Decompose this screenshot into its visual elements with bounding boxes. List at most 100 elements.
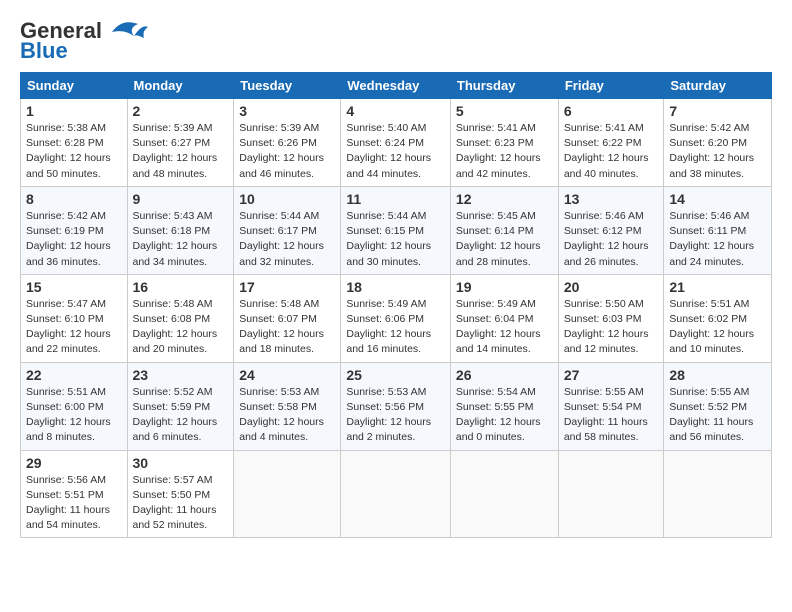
page: General Blue SundayMondayTuesdayWednesda… bbox=[0, 0, 792, 548]
col-header-saturday: Saturday bbox=[664, 73, 772, 99]
table-row: 20 Sunrise: 5:50 AMSunset: 6:03 PMDayligh… bbox=[558, 274, 664, 362]
table-row: 1 Sunrise: 5:38 AMSunset: 6:28 PMDaylight… bbox=[21, 99, 128, 187]
day-number: 5 bbox=[456, 103, 553, 119]
table-row: 6 Sunrise: 5:41 AMSunset: 6:22 PMDaylight… bbox=[558, 99, 664, 187]
day-info: Sunrise: 5:41 AMSunset: 6:22 PMDaylight:… bbox=[564, 121, 659, 182]
table-row: 2Sunrise: 5:39 AMSunset: 6:27 PMDaylight… bbox=[127, 99, 234, 187]
day-info: Sunrise: 5:44 AMSunset: 6:15 PMDaylight:… bbox=[346, 209, 445, 270]
day-number: 11 bbox=[346, 191, 445, 207]
col-header-thursday: Thursday bbox=[450, 73, 558, 99]
table-row: 8Sunrise: 5:42 AMSunset: 6:19 PMDaylight… bbox=[21, 186, 128, 274]
calendar-week-row: 29 Sunrise: 5:56 AMSunset: 5:51 PMDayligh… bbox=[21, 450, 772, 538]
table-row: 12 Sunrise: 5:45 AMSunset: 6:14 PMDayligh… bbox=[450, 186, 558, 274]
calendar-week-row: 15 Sunrise: 5:47 AMSunset: 6:10 PMDayligh… bbox=[21, 274, 772, 362]
day-number: 23 bbox=[133, 367, 229, 383]
calendar-table: SundayMondayTuesdayWednesdayThursdayFrid… bbox=[20, 72, 772, 538]
calendar-header-row: SundayMondayTuesdayWednesdayThursdayFrid… bbox=[21, 73, 772, 99]
day-number: 6 bbox=[564, 103, 659, 119]
table-row: 17Sunrise: 5:48 AMSunset: 6:07 PMDayligh… bbox=[234, 274, 341, 362]
day-info: Sunrise: 5:53 AMSunset: 5:56 PMDaylight:… bbox=[346, 385, 445, 446]
calendar-week-row: 1 Sunrise: 5:38 AMSunset: 6:28 PMDaylight… bbox=[21, 99, 772, 187]
day-number: 15 bbox=[26, 279, 122, 295]
day-info: Sunrise: 5:55 AMSunset: 5:52 PMDaylight:… bbox=[669, 385, 766, 446]
day-number: 10 bbox=[239, 191, 335, 207]
day-info: Sunrise: 5:48 AMSunset: 6:07 PMDaylight:… bbox=[239, 297, 335, 358]
day-info: Sunrise: 5:52 AMSunset: 5:59 PMDaylight:… bbox=[133, 385, 229, 446]
header: General Blue bbox=[20, 16, 772, 64]
day-number: 2 bbox=[133, 103, 229, 119]
day-number: 30 bbox=[133, 455, 229, 471]
table-row: 10 Sunrise: 5:44 AMSunset: 6:17 PMDayligh… bbox=[234, 186, 341, 274]
day-number: 7 bbox=[669, 103, 766, 119]
day-info: Sunrise: 5:51 AMSunset: 6:02 PMDaylight:… bbox=[669, 297, 766, 358]
day-info: Sunrise: 5:43 AMSunset: 6:18 PMDaylight:… bbox=[133, 209, 229, 270]
table-row: 18 Sunrise: 5:49 AMSunset: 6:06 PMDayligh… bbox=[341, 274, 451, 362]
table-row bbox=[234, 450, 341, 538]
logo: General Blue bbox=[20, 16, 148, 64]
day-info: Sunrise: 5:41 AMSunset: 6:23 PMDaylight:… bbox=[456, 121, 553, 182]
day-info: Sunrise: 5:46 AMSunset: 6:11 PMDaylight:… bbox=[669, 209, 766, 270]
table-row: 13 Sunrise: 5:46 AMSunset: 6:12 PMDayligh… bbox=[558, 186, 664, 274]
table-row: 27 Sunrise: 5:55 AMSunset: 5:54 PMDayligh… bbox=[558, 362, 664, 450]
day-number: 29 bbox=[26, 455, 122, 471]
table-row bbox=[341, 450, 451, 538]
table-row: 19Sunrise: 5:49 AMSunset: 6:04 PMDayligh… bbox=[450, 274, 558, 362]
day-info: Sunrise: 5:54 AMSunset: 5:55 PMDaylight:… bbox=[456, 385, 553, 446]
day-number: 18 bbox=[346, 279, 445, 295]
day-info: Sunrise: 5:44 AMSunset: 6:17 PMDaylight:… bbox=[239, 209, 335, 270]
day-number: 14 bbox=[669, 191, 766, 207]
day-info: Sunrise: 5:50 AMSunset: 6:03 PMDaylight:… bbox=[564, 297, 659, 358]
col-header-friday: Friday bbox=[558, 73, 664, 99]
day-info: Sunrise: 5:40 AMSunset: 6:24 PMDaylight:… bbox=[346, 121, 445, 182]
col-header-sunday: Sunday bbox=[21, 73, 128, 99]
day-number: 21 bbox=[669, 279, 766, 295]
day-info: Sunrise: 5:56 AMSunset: 5:51 PMDaylight:… bbox=[26, 473, 122, 534]
col-header-wednesday: Wednesday bbox=[341, 73, 451, 99]
day-number: 26 bbox=[456, 367, 553, 383]
day-info: Sunrise: 5:53 AMSunset: 5:58 PMDaylight:… bbox=[239, 385, 335, 446]
day-info: Sunrise: 5:46 AMSunset: 6:12 PMDaylight:… bbox=[564, 209, 659, 270]
day-number: 4 bbox=[346, 103, 445, 119]
day-number: 13 bbox=[564, 191, 659, 207]
day-info: Sunrise: 5:47 AMSunset: 6:10 PMDaylight:… bbox=[26, 297, 122, 358]
day-number: 8 bbox=[26, 191, 122, 207]
table-row: 16 Sunrise: 5:48 AMSunset: 6:08 PMDayligh… bbox=[127, 274, 234, 362]
table-row bbox=[558, 450, 664, 538]
col-header-monday: Monday bbox=[127, 73, 234, 99]
day-info: Sunrise: 5:42 AMSunset: 6:20 PMDaylight:… bbox=[669, 121, 766, 182]
day-number: 27 bbox=[564, 367, 659, 383]
day-number: 3 bbox=[239, 103, 335, 119]
day-number: 20 bbox=[564, 279, 659, 295]
day-number: 12 bbox=[456, 191, 553, 207]
table-row: 24 Sunrise: 5:53 AMSunset: 5:58 PMDayligh… bbox=[234, 362, 341, 450]
logo-blue-text: Blue bbox=[20, 38, 68, 64]
logo-bird-icon bbox=[104, 16, 148, 40]
day-number: 22 bbox=[26, 367, 122, 383]
table-row: 21 Sunrise: 5:51 AMSunset: 6:02 PMDayligh… bbox=[664, 274, 772, 362]
calendar-week-row: 8Sunrise: 5:42 AMSunset: 6:19 PMDaylight… bbox=[21, 186, 772, 274]
table-row: 30Sunrise: 5:57 AMSunset: 5:50 PMDayligh… bbox=[127, 450, 234, 538]
col-header-tuesday: Tuesday bbox=[234, 73, 341, 99]
day-number: 28 bbox=[669, 367, 766, 383]
day-number: 24 bbox=[239, 367, 335, 383]
day-info: Sunrise: 5:38 AMSunset: 6:28 PMDaylight:… bbox=[26, 121, 122, 182]
day-info: Sunrise: 5:49 AMSunset: 6:06 PMDaylight:… bbox=[346, 297, 445, 358]
day-info: Sunrise: 5:48 AMSunset: 6:08 PMDaylight:… bbox=[133, 297, 229, 358]
day-number: 19 bbox=[456, 279, 553, 295]
table-row: 28 Sunrise: 5:55 AMSunset: 5:52 PMDayligh… bbox=[664, 362, 772, 450]
table-row bbox=[450, 450, 558, 538]
table-row: 29 Sunrise: 5:56 AMSunset: 5:51 PMDayligh… bbox=[21, 450, 128, 538]
day-info: Sunrise: 5:45 AMSunset: 6:14 PMDaylight:… bbox=[456, 209, 553, 270]
day-number: 25 bbox=[346, 367, 445, 383]
day-info: Sunrise: 5:51 AMSunset: 6:00 PMDaylight:… bbox=[26, 385, 122, 446]
table-row: 22 Sunrise: 5:51 AMSunset: 6:00 PMDayligh… bbox=[21, 362, 128, 450]
table-row: 4 Sunrise: 5:40 AMSunset: 6:24 PMDaylight… bbox=[341, 99, 451, 187]
table-row: 15 Sunrise: 5:47 AMSunset: 6:10 PMDayligh… bbox=[21, 274, 128, 362]
day-info: Sunrise: 5:55 AMSunset: 5:54 PMDaylight:… bbox=[564, 385, 659, 446]
table-row: 23 Sunrise: 5:52 AMSunset: 5:59 PMDayligh… bbox=[127, 362, 234, 450]
day-number: 1 bbox=[26, 103, 122, 119]
day-info: Sunrise: 5:39 AMSunset: 6:26 PMDaylight:… bbox=[239, 121, 335, 182]
table-row: 25 Sunrise: 5:53 AMSunset: 5:56 PMDayligh… bbox=[341, 362, 451, 450]
day-number: 16 bbox=[133, 279, 229, 295]
table-row: 5 Sunrise: 5:41 AMSunset: 6:23 PMDaylight… bbox=[450, 99, 558, 187]
